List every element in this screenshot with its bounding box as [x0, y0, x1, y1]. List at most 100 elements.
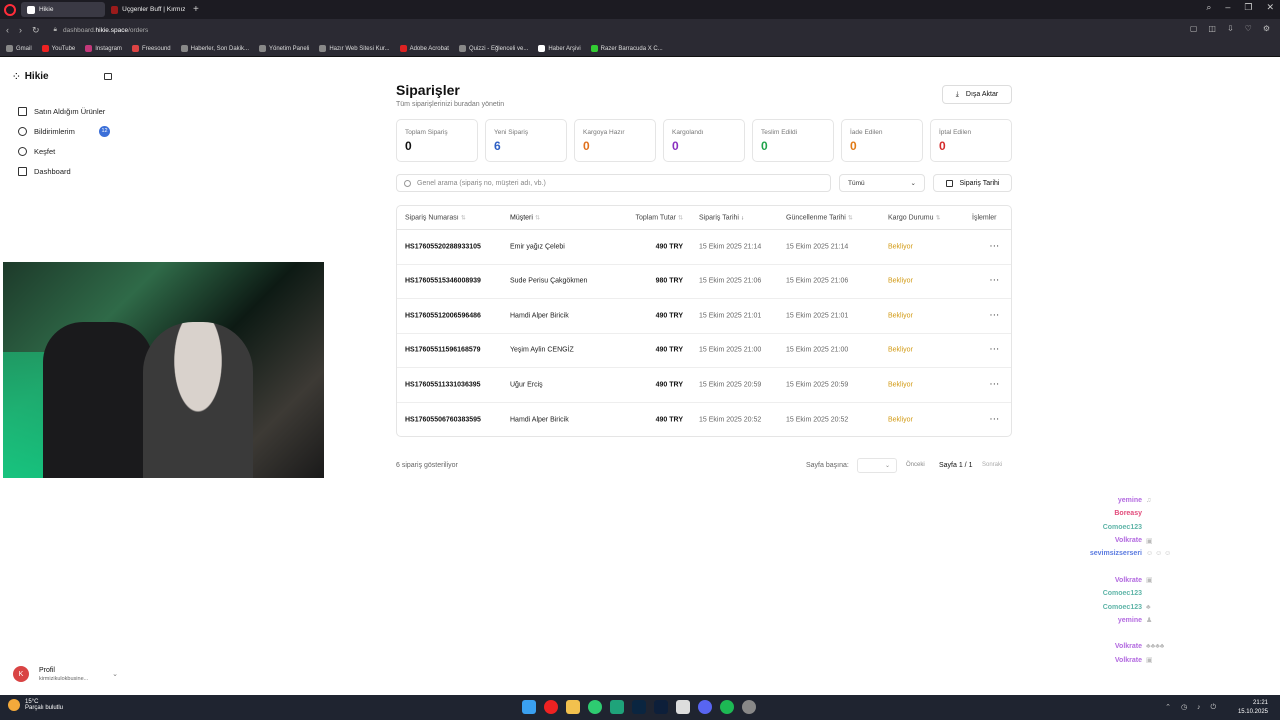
shopping-bag-icon — [18, 106, 27, 116]
file-explorer-icon[interactable] — [566, 700, 580, 714]
bookmark-gmail[interactable]: Gmail — [6, 45, 32, 52]
table-row[interactable]: HS17605506760383595 Hamdi Alper Biricik … — [397, 403, 1011, 438]
column-header-updated[interactable]: Güncellenme Tarihi ⇅ — [786, 214, 853, 221]
camera-icon[interactable]: ◫ — [1208, 24, 1216, 33]
column-header-customer[interactable]: Müşteri ⇅ — [510, 214, 540, 221]
photoshop-icon[interactable] — [632, 700, 646, 714]
reload-icon[interactable]: ↻ — [32, 25, 40, 36]
sidebar-item-explore[interactable]: Keşfet — [18, 141, 116, 161]
order-total: 490 TRY — [655, 381, 683, 389]
app-icon[interactable] — [610, 700, 624, 714]
bookmark-youtube[interactable]: YouTube — [41, 45, 75, 52]
spotify-icon[interactable] — [720, 700, 734, 714]
settings-icon[interactable] — [742, 700, 756, 714]
minimize-icon[interactable]: – — [1225, 2, 1230, 13]
heart-icon[interactable]: ♡ — [1245, 24, 1252, 33]
table-row[interactable]: HS17605511331036395 Uğur Erciş 490 TRY 1… — [397, 368, 1011, 403]
chat-username[interactable]: Comoec123 — [1070, 590, 1142, 597]
opera-logo-icon[interactable] — [4, 3, 16, 16]
download-icon[interactable]: ⇩ — [1227, 24, 1234, 33]
chat-username[interactable]: Volkrate — [1070, 577, 1142, 584]
table-row[interactable]: HS17605511596168579 Yeşim Aylin CENGİZ 4… — [397, 334, 1011, 368]
weather-widget[interactable]: 15°C Parçalı bulutlu — [8, 699, 63, 711]
prev-page-button[interactable]: Önceki — [906, 462, 925, 468]
system-tray-icons[interactable]: ⌃ ◷ ♪ ⏻ — [1165, 703, 1220, 712]
weather-icon — [8, 699, 20, 711]
audition-icon[interactable] — [654, 700, 668, 714]
order-total: 490 TRY — [655, 416, 683, 424]
more-actions-icon[interactable]: ··· — [990, 416, 1000, 423]
stat-value: 0 — [583, 139, 590, 153]
column-header-order-date[interactable]: Sipariş Tarihi ↓ — [699, 214, 744, 221]
close-icon[interactable]: ✕ — [1266, 2, 1274, 13]
address-bar[interactable]: 🔒︎ dashboard.hikie.space/orders — [54, 26, 149, 34]
discord-icon[interactable] — [698, 700, 712, 714]
status-select[interactable]: Tümü ⌄ — [839, 174, 925, 192]
taskbar-apps — [522, 700, 756, 714]
bookmark-haber-arsivi[interactable]: Haber Arşivi — [538, 45, 581, 52]
next-page-button[interactable]: Sonraki — [982, 462, 1002, 468]
bookmark-yonetim[interactable]: Yönetim Paneli — [258, 45, 309, 52]
stat-label: İptal Edilen — [939, 129, 972, 136]
bookmark-quizzi[interactable]: Quizzi - Eğlenceli ve... — [458, 45, 528, 52]
search-tabs-icon[interactable]: ⌕ — [1206, 2, 1211, 13]
export-button[interactable]: ⤓ Dışa Aktar — [942, 85, 1012, 104]
new-tab-icon[interactable]: + — [193, 4, 199, 15]
table-row[interactable]: HS17605520288933105 Emir yağız Çelebi 49… — [397, 230, 1011, 265]
chat-username[interactable]: Volkrate — [1070, 537, 1142, 544]
updated-date: 15 Ekim 2025 21:01 — [786, 312, 849, 320]
clock[interactable]: 21:21 15.10.2025 — [1238, 699, 1268, 717]
forward-icon[interactable]: › — [19, 25, 22, 35]
table-row[interactable]: HS17605512006596486 Hamdi Alper Biricik … — [397, 299, 1011, 334]
sidebar-item-purchased[interactable]: Satın Aldığım Ürünler — [18, 101, 116, 121]
brand-logo[interactable]: ⁘ Hikie — [13, 71, 49, 82]
column-header-order-no[interactable]: Sipariş Numarası ⇅ — [405, 214, 466, 221]
chat-username[interactable]: Volkrate — [1070, 657, 1142, 664]
sidebar-item-dashboard[interactable]: Dashboard — [18, 161, 116, 181]
profile-menu[interactable]: K Profil kirmizikulokbusine... ⌄ — [13, 666, 118, 682]
more-actions-icon[interactable]: ··· — [990, 347, 1000, 354]
chat-username[interactable]: Volkrate — [1070, 643, 1142, 650]
order-date-button[interactable]: Sipariş Tarihi — [933, 174, 1012, 192]
chat-username[interactable]: Boreasy — [1070, 510, 1142, 517]
notes-icon[interactable] — [676, 700, 690, 714]
chat-username[interactable]: yemine — [1070, 497, 1142, 504]
customer-name: Uğur Erciş — [510, 381, 543, 389]
table-row[interactable]: HS17605515346008939 Sude Perisu Çakgökme… — [397, 265, 1011, 299]
column-header-cargo-status[interactable]: Kargo Durumu ⇅ — [888, 214, 941, 221]
per-page-select[interactable]: ⌄ — [857, 458, 897, 473]
bookmark-web-sitesi[interactable]: Hazır Web Sitesi Kur... — [319, 45, 390, 52]
per-page-label: Sayfa başına: — [806, 462, 849, 469]
more-actions-icon[interactable]: ··· — [990, 381, 1000, 388]
updated-date: 15 Ekim 2025 21:14 — [786, 243, 849, 251]
bookmark-razer[interactable]: Razer Barracuda X C... — [590, 45, 663, 52]
settings-icon[interactable]: ⚙ — [1263, 24, 1270, 33]
chat-username[interactable]: sevimsizserseri — [1070, 550, 1142, 557]
more-actions-icon[interactable]: ··· — [990, 312, 1000, 319]
start-icon[interactable] — [522, 700, 536, 714]
tab-other[interactable]: Üçgenler Buff | Kırmızı Kul — [105, 2, 191, 17]
bookmark-instagram[interactable]: Instagram — [85, 45, 122, 52]
tab-hikie[interactable]: Hikie — [21, 2, 105, 17]
chat-username[interactable]: Comoec123 — [1070, 604, 1142, 611]
column-header-total[interactable]: Toplam Tutar ⇅ — [617, 214, 684, 221]
back-icon[interactable]: ‹ — [6, 25, 9, 35]
updated-date: 15 Ekim 2025 21:06 — [786, 277, 849, 285]
search-input[interactable]: Genel arama (sipariş no, müşteri adı, vb… — [396, 174, 831, 192]
more-actions-icon[interactable]: ··· — [990, 243, 1000, 250]
stat-card-total: Toplam Sipariş 0 — [396, 119, 478, 162]
whatsapp-icon[interactable] — [588, 700, 602, 714]
chat-username[interactable]: yemine — [1070, 617, 1142, 624]
sidebar-item-notifications[interactable]: Bildirimlerim 12 — [18, 121, 116, 141]
maximize-icon[interactable]: ❐ — [1244, 2, 1252, 13]
customer-name: Sude Perisu Çakgökmen — [510, 277, 588, 285]
opera-icon[interactable] — [544, 700, 558, 714]
sidebar-toggle-icon[interactable] — [104, 73, 112, 80]
extension-icon[interactable]: ▢ — [1190, 24, 1198, 33]
bookmark-freesound[interactable]: Freesound — [131, 45, 171, 52]
order-number: HS17605511596168579 — [405, 346, 481, 354]
chat-username[interactable]: Comoec123 — [1070, 524, 1142, 531]
bookmark-haberler[interactable]: Haberler, Son Dakik... — [180, 45, 249, 52]
more-actions-icon[interactable]: ··· — [990, 278, 1000, 285]
bookmark-acrobat[interactable]: Adobe Acrobat — [399, 45, 449, 52]
